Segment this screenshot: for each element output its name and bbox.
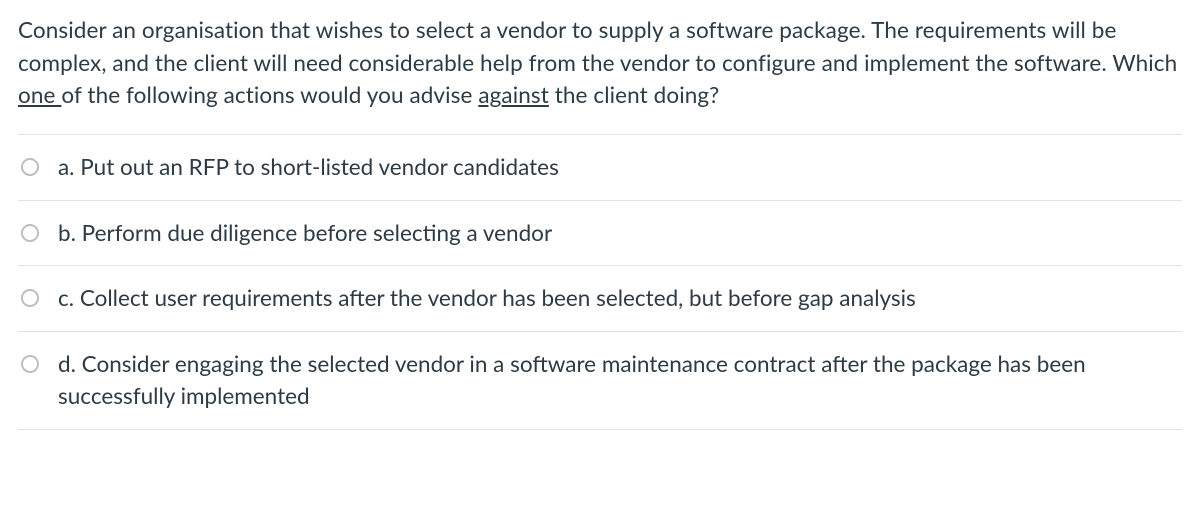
option-c-label: c. Collect user requirements after the v… bbox=[58, 282, 1180, 315]
question-underlined-against: against bbox=[478, 81, 549, 108]
radio-icon bbox=[21, 289, 39, 307]
option-a-label: a. Put out an RFP to short-listed vendor… bbox=[58, 151, 1180, 184]
question-underlined-one: one bbox=[18, 81, 61, 108]
question-part1: Consider an organisation that wishes to … bbox=[18, 16, 1177, 76]
option-d-label: d. Consider engaging the selected vendor… bbox=[58, 348, 1180, 413]
question-part3: the client doing? bbox=[549, 81, 719, 108]
option-a[interactable]: a. Put out an RFP to short-listed vendor… bbox=[18, 135, 1182, 201]
radio-a[interactable] bbox=[20, 157, 40, 177]
radio-icon bbox=[21, 355, 39, 373]
option-d[interactable]: d. Consider engaging the selected vendor… bbox=[18, 332, 1182, 430]
options-list: a. Put out an RFP to short-listed vendor… bbox=[18, 134, 1182, 430]
radio-icon bbox=[21, 224, 39, 242]
radio-icon bbox=[21, 158, 39, 176]
radio-d[interactable] bbox=[20, 354, 40, 374]
radio-c[interactable] bbox=[20, 288, 40, 308]
option-b[interactable]: b. Perform due diligence before selectin… bbox=[18, 201, 1182, 267]
question-part2: of the following actions would you advis… bbox=[61, 81, 478, 108]
radio-b[interactable] bbox=[20, 223, 40, 243]
option-c[interactable]: c. Collect user requirements after the v… bbox=[18, 266, 1182, 332]
question-text: Consider an organisation that wishes to … bbox=[18, 14, 1182, 112]
option-b-label: b. Perform due diligence before selectin… bbox=[58, 217, 1180, 250]
